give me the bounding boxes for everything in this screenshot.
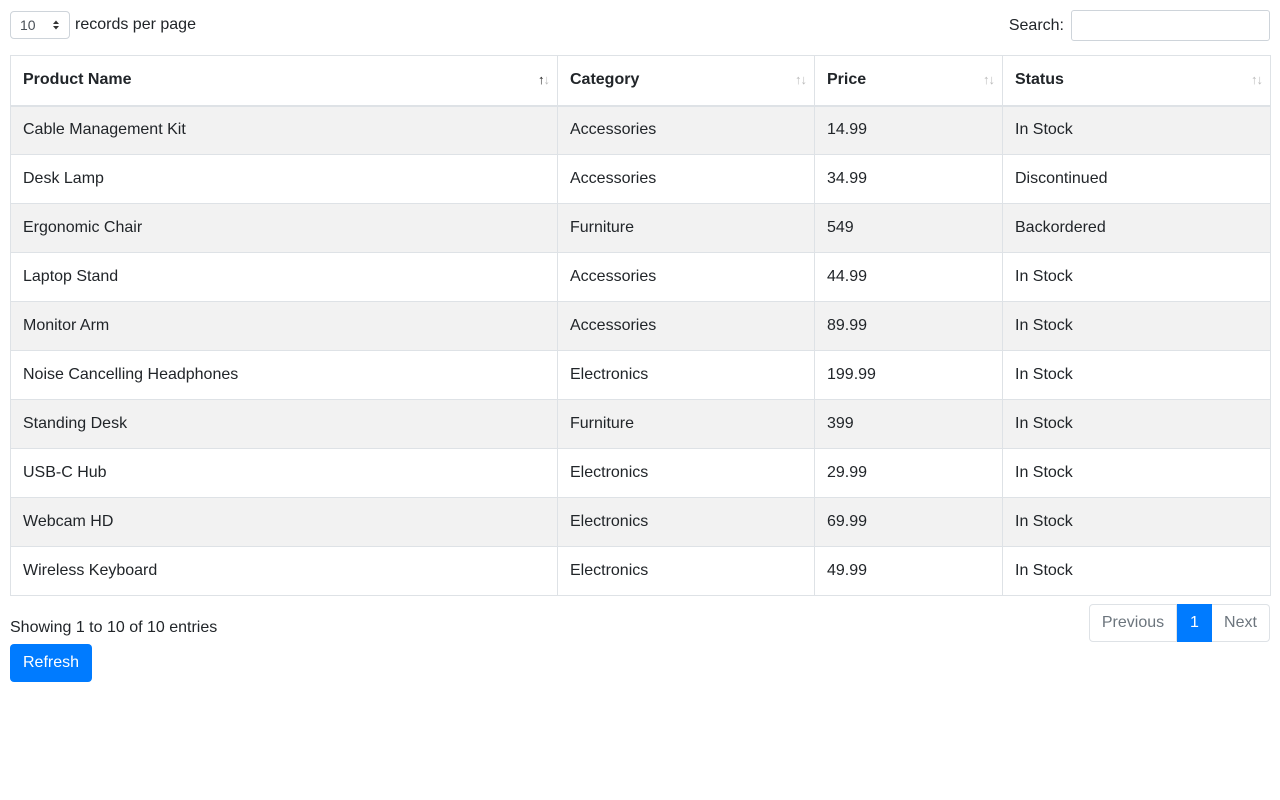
next-page-button[interactable]: Next xyxy=(1212,604,1270,642)
sort-arrows-icon: ↑↓ xyxy=(795,72,807,87)
table-cell: Accessories xyxy=(557,154,815,204)
column-header-label: Product Name xyxy=(23,71,132,89)
table-row: USB-C Hub Electronics 29.99 In Stock xyxy=(10,448,1271,498)
sort-arrows-icon: ↑↓ xyxy=(1251,72,1263,87)
table-cell: In Stock xyxy=(1002,399,1271,449)
table-cell: USB-C Hub xyxy=(10,448,558,498)
table-cell: Monitor Arm xyxy=(10,301,558,351)
table-cell: 199.99 xyxy=(814,350,1003,400)
previous-page-button[interactable]: Previous xyxy=(1089,604,1177,642)
table-cell: 49.99 xyxy=(814,546,1003,596)
column-header-price[interactable]: Price ↑↓ xyxy=(814,55,1003,107)
table-cell: In Stock xyxy=(1002,546,1271,596)
pagination: Previous 1 Next xyxy=(1089,604,1270,642)
table-cell: Ergonomic Chair xyxy=(10,203,558,253)
table-cell: Furniture xyxy=(557,203,815,253)
table-cell: In Stock xyxy=(1002,497,1271,547)
table-cell: Backordered xyxy=(1002,203,1271,253)
table-row: Cable Management Kit Accessories 14.99 In S… xyxy=(10,105,1271,155)
records-per-page-value: 10 xyxy=(20,17,36,33)
table-row: Webcam HD Electronics 69.99 In Stock xyxy=(10,497,1271,547)
table-cell: Noise Cancelling Headphones xyxy=(10,350,558,400)
table-controls: 10 records per page Search: xyxy=(10,0,1270,55)
table-cell: In Stock xyxy=(1002,301,1271,351)
length-control: 10 records per page xyxy=(10,10,196,40)
table-row: Laptop Stand Accessories 44.99 In Stock xyxy=(10,252,1271,302)
column-header-product-name[interactable]: Product Name ↑↓ xyxy=(10,55,558,107)
table-cell: Accessories xyxy=(557,301,815,351)
table-row: Noise Cancelling Headphones Electronics 19… xyxy=(10,350,1271,400)
table-body: Cable Management Kit Accessories 14.99 In S… xyxy=(10,105,1271,596)
column-header-label: Price xyxy=(827,71,867,89)
table-cell: Electronics xyxy=(557,546,815,596)
refresh-button[interactable]: Refresh xyxy=(10,644,92,682)
table-cell: 399 xyxy=(814,399,1003,449)
table-footer: Showing 1 to 10 of 10 entries Previous 1… xyxy=(10,596,1270,642)
table-cell: 29.99 xyxy=(814,448,1003,498)
column-header-status[interactable]: Status ↑↓ xyxy=(1002,55,1271,107)
table-cell: Cable Management Kit xyxy=(10,105,558,155)
search-label: Search: xyxy=(1008,16,1064,34)
table-cell: Electronics xyxy=(557,497,815,547)
records-per-page-label: records per page xyxy=(75,16,196,33)
search-input[interactable] xyxy=(1071,10,1270,41)
table-cell: Accessories xyxy=(557,252,815,302)
column-header-label: Category xyxy=(570,71,640,89)
datatable-wrapper: 10 records per page Search: Product Name… xyxy=(10,0,1271,642)
table-cell: Furniture xyxy=(557,399,815,449)
table-cell: Laptop Stand xyxy=(10,252,558,302)
table-row: Wireless Keyboard Electronics 49.99 In Stoc… xyxy=(10,546,1271,596)
table-cell: 89.99 xyxy=(814,301,1003,351)
column-header-category[interactable]: Category ↑↓ xyxy=(557,55,815,107)
sort-arrows-icon: ↑↓ xyxy=(983,72,995,87)
table-cell: In Stock xyxy=(1002,350,1271,400)
table-row: Ergonomic Chair Furniture 549 Backordered xyxy=(10,203,1271,253)
table-cell: Electronics xyxy=(557,350,815,400)
table-header-row: Product Name ↑↓ Category ↑↓ Price ↑↓ Status ↑↓ xyxy=(10,55,1271,107)
table-cell: 14.99 xyxy=(814,105,1003,155)
search-control: Search: xyxy=(1009,10,1270,41)
page-1-button[interactable]: 1 xyxy=(1177,604,1212,642)
table-row: Desk Lamp Accessories 34.99 Discontinued xyxy=(10,154,1271,204)
table-cell: 34.99 xyxy=(814,154,1003,204)
table-cell: Desk Lamp xyxy=(10,154,558,204)
table-row: Monitor Arm Accessories 89.99 In Stock xyxy=(10,301,1271,351)
table-cell: Standing Desk xyxy=(10,399,558,449)
table-cell: Wireless Keyboard xyxy=(10,546,558,596)
records-per-page-select[interactable]: 10 xyxy=(10,11,70,39)
select-arrows-icon xyxy=(53,20,59,30)
products-table: Product Name ↑↓ Category ↑↓ Price ↑↓ Status ↑↓ … xyxy=(10,55,1271,596)
table-info: Showing 1 to 10 of 10 entries xyxy=(10,619,218,636)
table-cell: Electronics xyxy=(557,448,815,498)
table-cell: Discontinued xyxy=(1002,154,1271,204)
table-cell: 44.99 xyxy=(814,252,1003,302)
table-cell: Webcam HD xyxy=(10,497,558,547)
table-cell: In Stock xyxy=(1002,105,1271,155)
sort-arrows-icon: ↑↓ xyxy=(538,72,550,87)
table-cell: Accessories xyxy=(557,105,815,155)
column-header-label: Status xyxy=(1015,71,1064,89)
table-cell: 69.99 xyxy=(814,497,1003,547)
table-cell: 549 xyxy=(814,203,1003,253)
table-cell: In Stock xyxy=(1002,448,1271,498)
table-cell: In Stock xyxy=(1002,252,1271,302)
table-row: Standing Desk Furniture 399 In Stock xyxy=(10,399,1271,449)
